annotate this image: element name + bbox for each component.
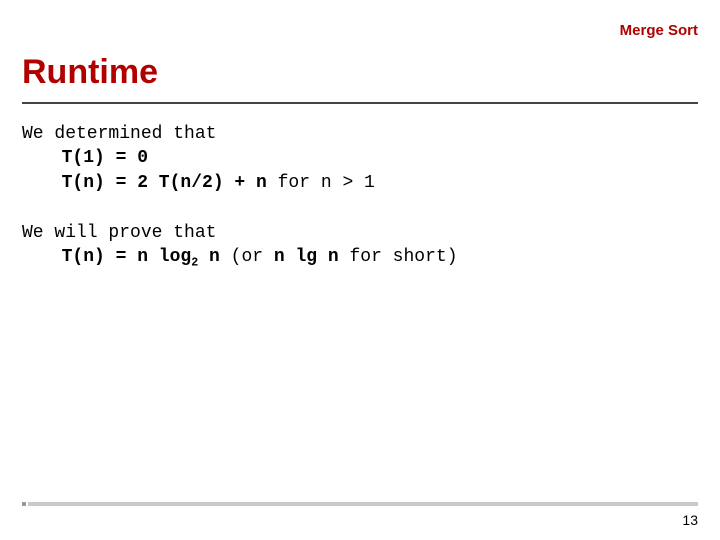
p2-eq-rhs: n bbox=[198, 247, 220, 267]
topic-label: Merge Sort bbox=[22, 22, 698, 39]
p2-tail-bold: n lg n bbox=[274, 247, 339, 267]
page-number: 13 bbox=[682, 512, 698, 528]
p2-lead: We will prove that bbox=[22, 223, 216, 243]
p2-line: T(n) = n log2 n (or n lg n for short) bbox=[22, 245, 698, 269]
p2-tail-close: for short) bbox=[339, 247, 458, 267]
p1-line2-bold: T(n) = 2 T(n/2) + n bbox=[62, 173, 267, 193]
paragraph-1: We determined that T(1) = 0 T(n) = 2 T(n… bbox=[22, 122, 698, 195]
slide-title: Runtime bbox=[22, 53, 698, 92]
footer-rule bbox=[22, 502, 698, 506]
p2-tail-open: (or bbox=[220, 247, 274, 267]
p1-line1: T(1) = 0 bbox=[22, 146, 698, 170]
p1-line2: T(n) = 2 T(n/2) + n for n > 1 bbox=[22, 171, 698, 195]
p1-lead: We determined that bbox=[22, 124, 216, 144]
p1-line1-bold: T(1) = 0 bbox=[62, 148, 148, 168]
p1-line2-tail: for n > 1 bbox=[267, 173, 375, 193]
paragraph-2: We will prove that T(n) = n log2 n (or n… bbox=[22, 221, 698, 270]
p2-eq-lhs: T(n) = n log bbox=[62, 247, 192, 267]
slide: Merge Sort Runtime We determined that T(… bbox=[0, 0, 720, 540]
p2-eq: T(n) = n log2 n bbox=[62, 247, 220, 267]
slide-body: We determined that T(1) = 0 T(n) = 2 T(n… bbox=[22, 122, 698, 269]
title-underline bbox=[22, 102, 698, 104]
